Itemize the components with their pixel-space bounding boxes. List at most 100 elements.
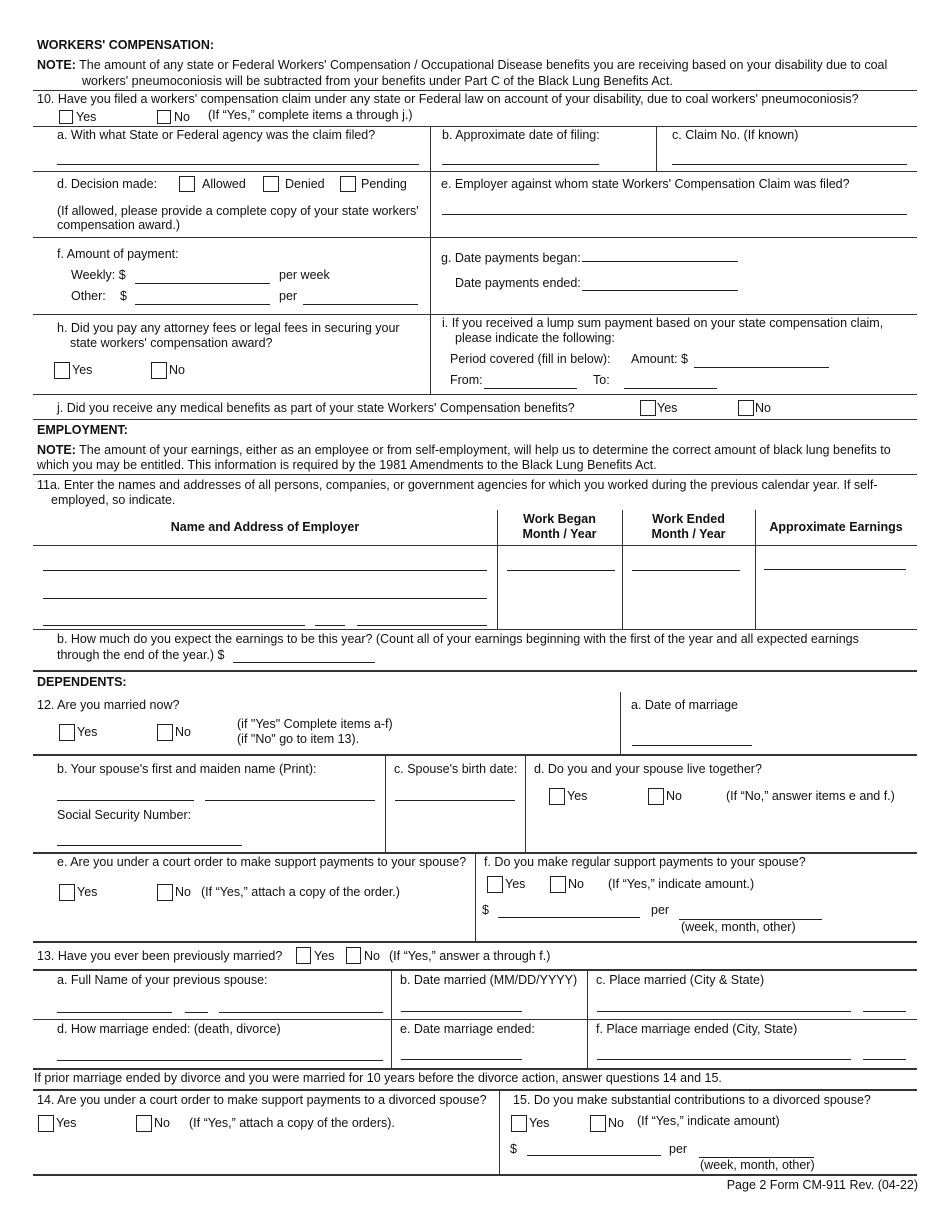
q10c-claim-field[interactable] [672,164,907,165]
q10j-label: j. Did you receive any medical benefits … [57,401,575,415]
column-divider [620,692,621,754]
q10f-other-field[interactable] [135,304,270,305]
q10f-per: per [279,289,298,303]
q12f-amount-field[interactable] [498,917,640,918]
employer-zip-field[interactable] [357,625,487,626]
q13f-state-field[interactable] [863,1059,906,1060]
q12-no-label: No [175,725,191,739]
q12d-yes-checkbox[interactable] [549,788,565,805]
q10d-denied-checkbox[interactable] [263,176,279,192]
q10i-label-1: i. If you received a lump sum payment ba… [442,316,884,330]
q10e-employer-field[interactable] [442,214,907,215]
q12-hint-1: (if "Yes" Complete items a-f) [237,717,393,731]
q10-no-checkbox[interactable] [157,110,171,124]
q10d-allowed-checkbox[interactable] [179,176,195,192]
form-footer: Page 2 Form CM-911 Rev. (04-22) [726,1178,918,1192]
q10-yes-checkbox[interactable] [59,110,73,124]
q15-amount-field[interactable] [527,1155,661,1156]
q10a-agency-field[interactable] [57,164,419,165]
q10j-yes-checkbox[interactable] [640,400,656,416]
q13a-middle-initial-field[interactable] [185,1012,208,1013]
q15-label: 15. Do you make substantial contribution… [513,1093,871,1107]
q14-yes-checkbox[interactable] [38,1115,54,1132]
q10g-ended-field[interactable] [582,290,738,291]
q14-no-checkbox[interactable] [136,1115,152,1132]
q12b-ssn-label: Social Security Number: [57,808,192,822]
q10f-period-field[interactable] [303,304,418,305]
earnings-field[interactable] [764,569,906,570]
q15-yes-checkbox[interactable] [511,1115,527,1132]
q13c-city-field[interactable] [597,1011,851,1012]
q12d-no-checkbox[interactable] [648,788,664,805]
q12b-maiden-name-field[interactable] [205,800,375,801]
q12a-date-field[interactable] [632,745,752,746]
q12f-hint: (If “Yes,” indicate amount.) [608,877,755,891]
column-divider [525,754,526,853]
divider [33,90,917,91]
q12b-first-name-field[interactable] [57,800,194,801]
q10g-began-field[interactable] [582,261,738,262]
q13b-date-field[interactable] [401,1011,522,1012]
q10f-weekly-label: Weekly: $ [71,268,126,282]
q12e-label: e. Are you under a court order to make s… [57,855,467,869]
divorce-note: If prior marriage ended by divorce and y… [34,1071,722,1085]
q10b-date-field[interactable] [442,164,599,165]
q13d-how-ended-field[interactable] [57,1060,383,1061]
q13c-state-field[interactable] [863,1011,906,1012]
q12-yes-label: Yes [77,725,98,739]
employer-name-field-2[interactable] [43,598,487,599]
divider [33,1019,917,1020]
divider [33,419,917,420]
employer-city-field[interactable] [43,625,305,626]
q11b-earnings-field[interactable] [233,662,375,663]
q10d-pending-checkbox[interactable] [340,176,356,192]
q13f-city-field[interactable] [597,1059,851,1060]
q10i-amount-field[interactable] [694,367,829,368]
q12e-no-checkbox[interactable] [157,884,173,901]
q12e-yes-checkbox[interactable] [59,884,75,901]
q13-hint: (If “Yes,” answer a through f.) [389,949,551,963]
column-header-work-began: Work Began [523,512,596,526]
employer-state-field[interactable] [315,625,345,626]
column-header-employer: Name and Address of Employer [170,520,360,534]
q12c-birth-date-field[interactable] [395,800,515,801]
q12b-ssn-field[interactable] [57,845,242,846]
employer-name-field-1[interactable] [43,570,487,571]
q10i-from-field[interactable] [484,388,577,389]
q10d-pending-label: Pending [361,177,407,191]
q12-yes-checkbox[interactable] [59,724,75,741]
q10-yes-label: Yes [76,110,97,124]
work-ended-field[interactable] [632,570,740,571]
q12f-yes-checkbox[interactable] [487,876,503,893]
q12f-yes-label: Yes [505,877,526,891]
column-header-earnings: Approximate Earnings [769,520,903,534]
q13a-first-name-field[interactable] [57,1012,172,1013]
divider [33,941,917,943]
q12-no-checkbox[interactable] [157,724,173,741]
q12a-label: a. Date of marriage [631,698,738,712]
q10i-to-field[interactable] [624,388,717,389]
q13c-label: c. Place married (City & State) [596,973,765,987]
q10f-weekly-field[interactable] [135,283,270,284]
q10h-no-checkbox[interactable] [151,362,167,379]
q10j-no-checkbox[interactable] [738,400,754,416]
q12e-no-label: No [175,885,191,899]
q10-no-label: No [174,110,190,124]
q13-no-checkbox[interactable] [346,947,361,964]
q13e-date-field[interactable] [401,1059,522,1060]
q12f-no-checkbox[interactable] [550,876,566,893]
q14-no-label: No [154,1116,170,1130]
q13-yes-checkbox[interactable] [296,947,311,964]
q12c-label: c. Spouse's birth date: [394,762,518,776]
workers-comp-note: NOTE: The amount of any state or Federal… [37,58,887,73]
q12f-label: f. Do you make regular support payments … [484,855,806,869]
work-began-field[interactable] [507,570,615,571]
divider [33,394,917,395]
q13d-label: d. How marriage ended: (death, divorce) [57,1022,281,1036]
q10h-yes-checkbox[interactable] [54,362,70,379]
column-header-work-ended: Work Ended [652,512,725,526]
q15-no-checkbox[interactable] [590,1115,606,1132]
q10h-yes-label: Yes [72,363,93,377]
q13a-last-name-field[interactable] [219,1012,383,1013]
q15-yes-label: Yes [529,1116,550,1130]
